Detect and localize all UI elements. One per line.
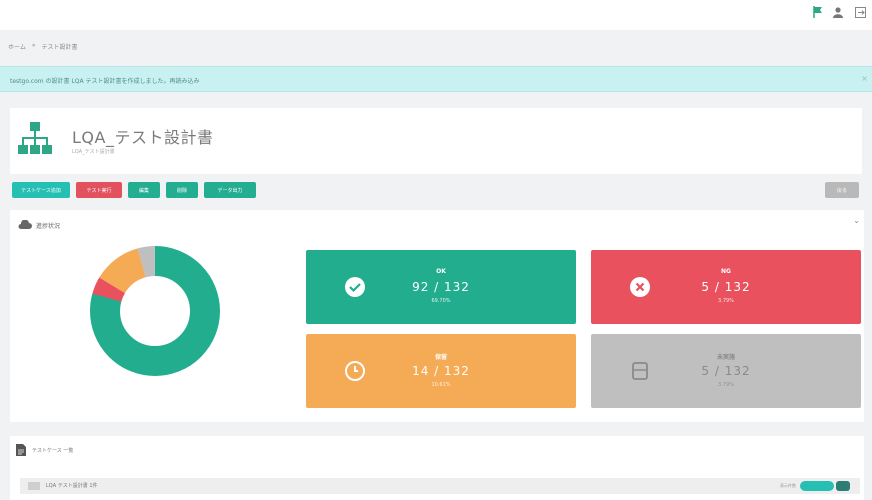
alert-message: testgo.com の設計書 LQA テスト設計書を作成しました。再読み込み (10, 78, 200, 85)
tile-ng: NG 5 / 132 3.79% (591, 250, 861, 324)
page-title: LQA_テスト設計書 (72, 128, 214, 147)
row-settings-button[interactable] (836, 481, 850, 491)
tile-pending-percent: 10.61% (431, 382, 451, 388)
tile-ok: OK 92 / 132 69.70% (306, 250, 576, 324)
tile-ok-title: OK (436, 268, 446, 275)
alert-close-button[interactable]: × (861, 74, 868, 83)
user-menu[interactable] (833, 6, 845, 18)
back-button[interactable]: 戻る (825, 182, 859, 198)
add-testcase-button[interactable]: テストケース追加 (12, 182, 70, 198)
progress-label: 進捗状況 (36, 222, 61, 230)
top-icons (813, 6, 866, 18)
page-subtitle: LQA_テスト設計書 (72, 149, 115, 155)
user-icon (833, 6, 843, 18)
edit-button[interactable]: 編集 (128, 182, 160, 198)
breadcrumb-home[interactable]: ホーム (8, 42, 26, 51)
tile-ok-value: 92 / 132 (412, 280, 470, 294)
list-item[interactable]: LQA テスト設計書 1件 表示件数 (20, 478, 860, 494)
tile-pending-title: 保留 (434, 354, 447, 361)
row-text: LQA テスト設計書 1件 (46, 483, 98, 489)
run-test-button[interactable]: テスト実行 (76, 182, 122, 198)
success-alert: testgo.com の設計書 LQA テスト設計書を作成しました。再読み込み … (0, 66, 872, 92)
progress-panel: 進捗状況 ⌄ OK 92 / 132 69.70% NG 5 / 132 3.7… (10, 210, 864, 422)
tile-ok-percent: 69.70% (431, 298, 451, 304)
tile-ng-title: NG (721, 268, 731, 275)
org-chart-icon (18, 122, 52, 154)
tile-pending-value: 14 / 132 (412, 364, 470, 378)
flag-icon[interactable] (813, 6, 823, 18)
tile-untested-title: 未実施 (716, 354, 735, 361)
row-page-size-label: 表示件数 (780, 483, 796, 488)
delete-button[interactable]: 削除 (166, 182, 198, 198)
breadcrumb-separator: » (31, 42, 36, 49)
breadcrumb-current: テスト設計書 (41, 44, 78, 51)
logout-icon[interactable] (855, 6, 866, 18)
tile-untested: 未実施 5 / 132 3.79% (591, 334, 861, 408)
cloud-icon (18, 220, 32, 229)
breadcrumb: ホーム » テスト設計書 (8, 42, 78, 51)
list-label: テストケース 一覧 (32, 447, 74, 454)
progress-header: 進捗状況 (18, 220, 60, 230)
list-header: テストケース 一覧 (16, 444, 73, 456)
tile-untested-percent: 3.79% (718, 382, 734, 388)
tile-ng-value: 5 / 132 (701, 280, 751, 294)
row-toggle-button[interactable] (800, 481, 834, 491)
testcase-list-panel: テストケース 一覧 LQA テスト設計書 1件 表示件数 (10, 436, 864, 500)
tile-ng-percent: 3.79% (718, 298, 734, 304)
collapse-icon[interactable]: ⌄ (853, 216, 860, 225)
tile-pending: 保留 14 / 132 10.61% (306, 334, 576, 408)
export-button[interactable]: データ出力 (204, 182, 256, 198)
row-tag (28, 482, 40, 490)
progress-donut-chart (90, 246, 220, 376)
page-header: LQA_テスト設計書 LQA_テスト設計書 (10, 108, 862, 174)
document-icon (16, 444, 26, 456)
top-navbar (0, 0, 872, 30)
tile-untested-value: 5 / 132 (701, 364, 751, 378)
action-toolbar: テストケース追加 テスト実行 編集 削除 データ出力 (12, 182, 256, 198)
